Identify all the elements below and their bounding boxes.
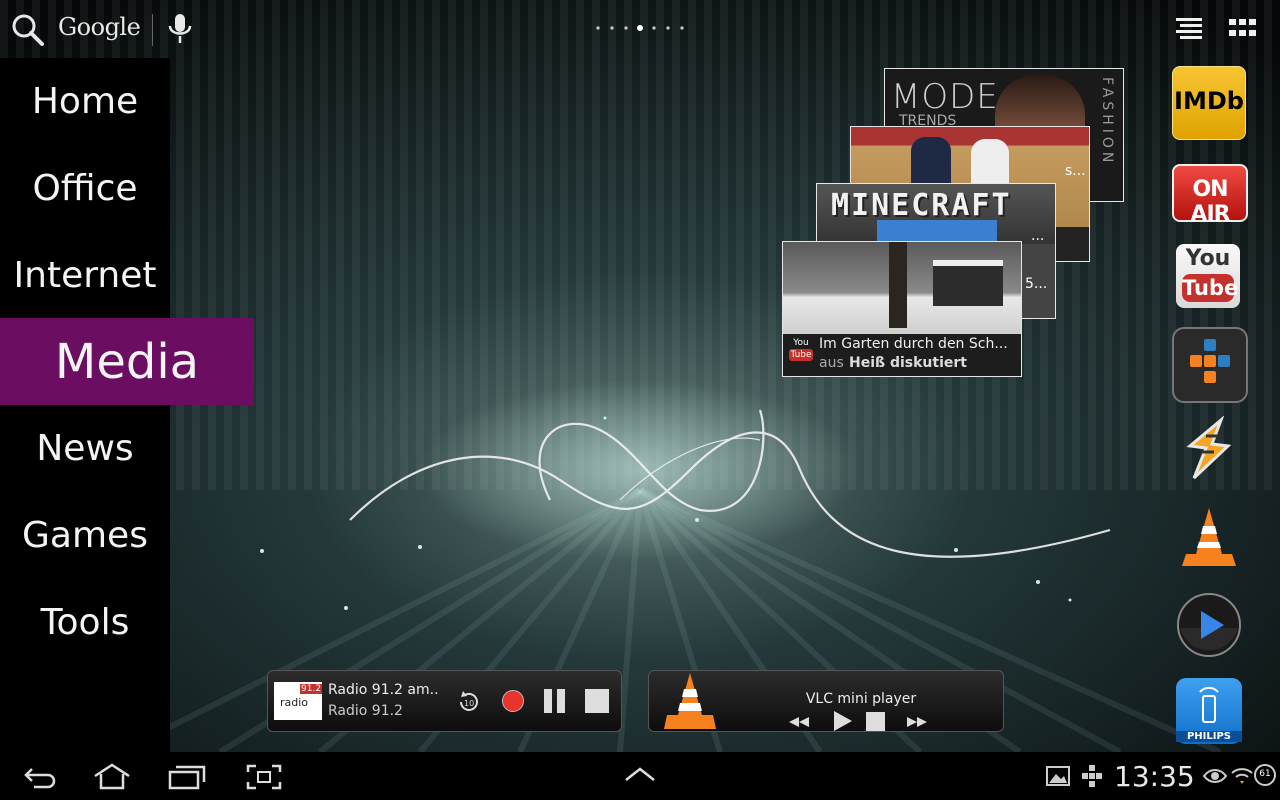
tunein-logo-icon: [1190, 339, 1230, 383]
recent-apps-icon[interactable]: [168, 764, 206, 790]
imdb-app-icon[interactable]: IMDb: [1172, 66, 1246, 140]
category-office[interactable]: Office: [0, 145, 170, 232]
vlc-mini-player-widget: VLC mini player: [648, 670, 1004, 732]
stop-button[interactable]: [866, 712, 885, 731]
category-internet[interactable]: Internet: [0, 232, 170, 319]
category-media[interactable]: Media: [0, 318, 254, 405]
search-icon[interactable]: [10, 12, 46, 48]
card-thumbnail-banner: [877, 220, 997, 242]
play-icon[interactable]: [831, 710, 853, 732]
battery-level: 61: [1259, 769, 1271, 779]
card-headline: MODE: [891, 77, 999, 117]
list-view-icon[interactable]: [1174, 16, 1204, 42]
card-thumbnail-house: [933, 260, 1003, 306]
home-icon[interactable]: [92, 762, 132, 790]
media-player-app-icon[interactable]: [1176, 592, 1242, 658]
radio-title: Radio 91.2 am..: [328, 682, 439, 698]
category-games[interactable]: Games: [0, 492, 170, 579]
screenshot-icon[interactable]: [246, 764, 282, 790]
phone-wifi-icon: [1199, 686, 1219, 723]
battery-indicator: 61: [1254, 764, 1276, 786]
stop-button[interactable]: [585, 689, 609, 713]
radio-station-logo[interactable]: 91.2 radio: [274, 682, 323, 720]
card-thumbnail-tree: [889, 242, 907, 328]
pause-bar: [557, 689, 565, 713]
youtube-card-front[interactable]: You Tube Im Garten durch den Sch... aus …: [782, 241, 1022, 377]
youtube-app-icon[interactable]: You Tube: [1176, 244, 1240, 308]
pause-bar: [544, 689, 552, 713]
wifi-icon: [1231, 768, 1253, 784]
category-home[interactable]: Home: [0, 58, 170, 145]
google-search-bar[interactable]: Google: [0, 0, 210, 56]
logo-text: radio: [280, 696, 309, 709]
vlc-cone-icon[interactable]: [661, 671, 719, 731]
rewind-10-icon[interactable]: 10: [456, 689, 482, 715]
microphone-icon[interactable]: [166, 12, 194, 46]
gallery-notification-icon[interactable]: [1046, 766, 1070, 786]
vlc-app-icon[interactable]: [1178, 504, 1240, 570]
pause-button[interactable]: [543, 689, 567, 713]
google-label[interactable]: Google: [58, 13, 141, 41]
card-caption: You Tube Im Garten durch den Sch... aus …: [783, 334, 1021, 376]
youtube-label-bottom: Tube: [1182, 274, 1239, 302]
tunein-app-icon[interactable]: [1172, 327, 1248, 403]
card-headline: MINECRAFT: [831, 188, 1012, 223]
youtube-label-top: You: [1185, 246, 1231, 271]
philips-app-icon[interactable]: PHILIPS: [1176, 678, 1242, 744]
winamp-app-icon[interactable]: [1176, 416, 1242, 482]
radio-station-name: Radio 91.2: [328, 703, 403, 719]
radio-widget: 91.2 radio Radio 91.2 am.. Radio 91.2 10: [267, 670, 622, 732]
card-title: ...: [1031, 228, 1045, 244]
category-tools[interactable]: Tools: [0, 579, 170, 666]
logo-number: 91.2: [300, 684, 323, 694]
app-drawer-chevron-icon[interactable]: [624, 766, 656, 782]
card-source-name: Heiß diskutiert: [849, 355, 967, 371]
card-title: s...: [1065, 163, 1086, 179]
tunein-notification-icon[interactable]: [1080, 764, 1104, 788]
page-indicator: [596, 25, 684, 31]
imdb-label: IMDb: [1174, 87, 1244, 115]
youtube-small-icon: You Tube: [789, 338, 813, 361]
card-title: 5...: [1025, 276, 1048, 292]
status-clock[interactable]: 13:35: [1114, 760, 1195, 793]
search-divider: [152, 14, 153, 46]
vlc-widget-title: VLC mini player: [805, 691, 917, 707]
philips-label: PHILIPS: [1176, 731, 1242, 742]
rewind-icon[interactable]: [787, 715, 811, 729]
rewind-label: 10: [464, 699, 474, 708]
back-icon[interactable]: [22, 764, 56, 790]
eye-icon: [1202, 769, 1228, 783]
on-air-app-icon[interactable]: ON AIR: [1172, 164, 1248, 227]
card-source-prefix: aus: [819, 355, 844, 371]
on-air-label: ON AIR: [1190, 177, 1230, 227]
card-side-text: FASHION: [1099, 77, 1115, 167]
card-title: Im Garten durch den Sch...: [819, 336, 1008, 352]
fast-forward-icon[interactable]: [905, 715, 929, 729]
record-button[interactable]: [502, 690, 524, 712]
grid-view-icon[interactable]: [1228, 16, 1258, 40]
category-news[interactable]: News: [0, 405, 170, 492]
